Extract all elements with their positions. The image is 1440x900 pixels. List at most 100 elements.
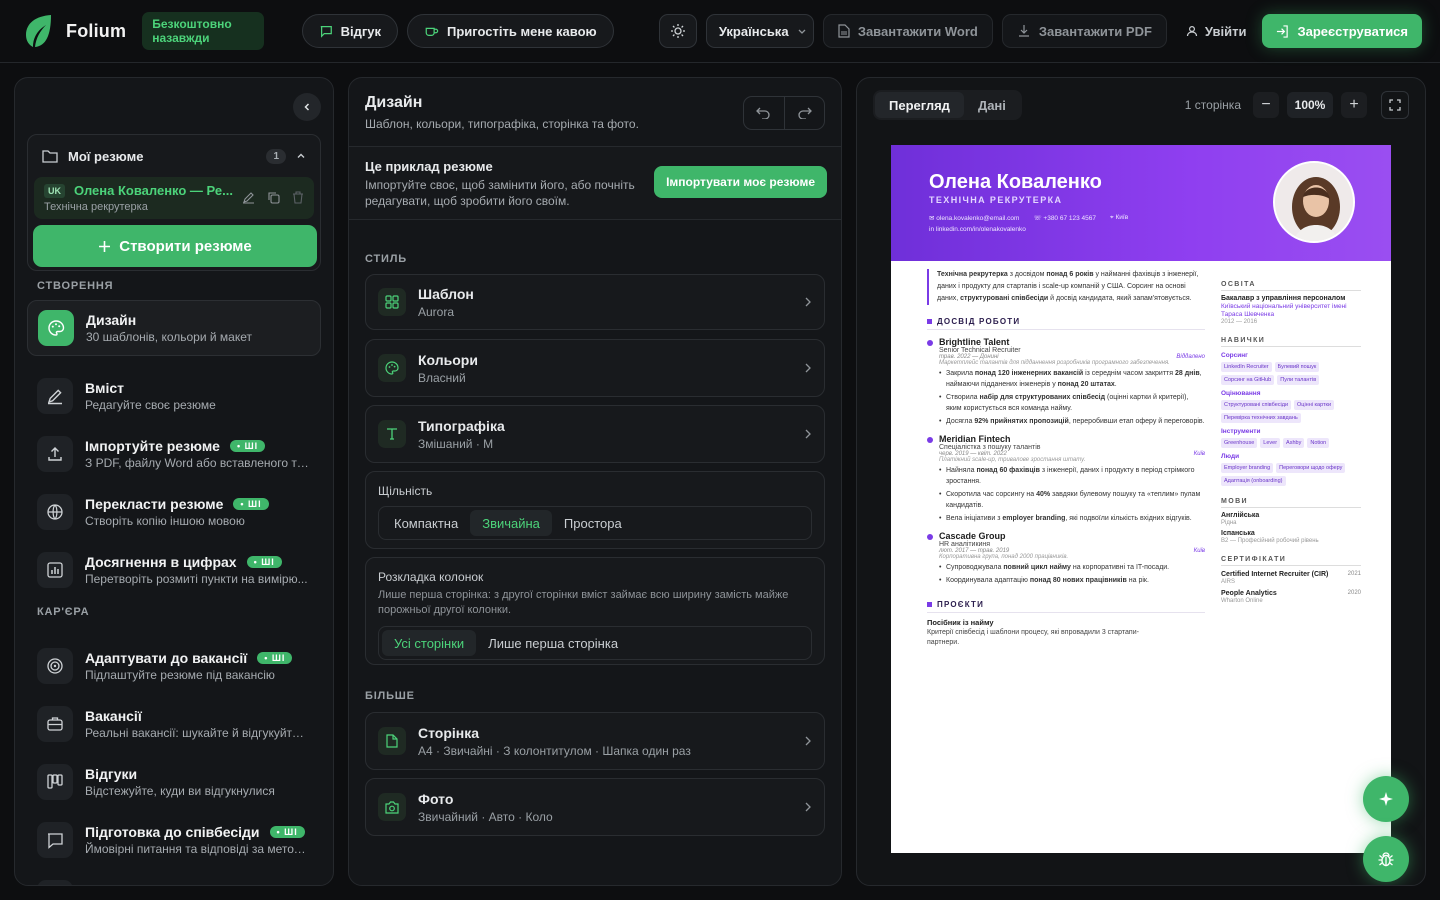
cv-job: Brightline Talent Senior Technical Recrui… bbox=[927, 337, 1205, 427]
brand-name[interactable]: Folium bbox=[66, 21, 126, 42]
section-label-create: СТВОРЕННЯ bbox=[37, 280, 114, 292]
cv-skill-group: Сорсинг LinkedIn Recruiter Булевий пошук Со… bbox=[1221, 352, 1361, 385]
zoom-out-button[interactable]: − bbox=[1253, 92, 1279, 118]
sign-in-arrow-icon bbox=[1276, 24, 1289, 38]
plus-icon bbox=[98, 240, 111, 253]
cv-education-heading: ОСВІТА bbox=[1221, 281, 1361, 291]
resume-count-badge: 1 bbox=[266, 148, 286, 164]
cv-experience-heading: ДОСВІД РОБОТИ bbox=[927, 317, 1205, 330]
page-icon bbox=[378, 727, 406, 755]
sidebar-item-description: Редагуйте своє резюме bbox=[85, 398, 216, 412]
resume-preview-sheet[interactable]: Олена Коваленко ТЕХНІЧНА РЕКРУТЕРКА ✉ ol… bbox=[891, 145, 1391, 853]
undo-redo-group bbox=[743, 96, 825, 130]
photo-card[interactable]: Фото Звичайний · Авто · Коло bbox=[365, 778, 825, 836]
resume-language-badge: UK bbox=[44, 183, 65, 198]
cv-skill-tag: Адаптація (onboarding) bbox=[1221, 476, 1286, 486]
sidebar-item-upload[interactable]: Імпортуйте резюме • ШІ З PDF, файлу Word а… bbox=[27, 426, 321, 482]
panel-subtitle: Шаблон, кольори, типографіка, сторінка т… bbox=[365, 117, 639, 131]
sidebar-item-person[interactable]: Оптимізація LinkedIn• ШІ bbox=[27, 870, 321, 885]
pen-icon bbox=[37, 378, 73, 414]
resume-list-item[interactable]: UK Олена Коваленко — Ре... Технічна рекр… bbox=[34, 177, 314, 219]
sidebar-item-label: Відгуки bbox=[85, 766, 138, 782]
undo-button[interactable] bbox=[744, 97, 784, 129]
fullscreen-button[interactable] bbox=[1381, 91, 1409, 119]
cv-degree: Бакалавр з управління персоналом bbox=[1221, 295, 1346, 302]
sidebar-item-label: Адаптувати до вакансії bbox=[85, 650, 248, 666]
duplicate-icon[interactable] bbox=[267, 191, 280, 204]
zoom-in-button[interactable]: + bbox=[1341, 92, 1367, 118]
bug-report-fab[interactable] bbox=[1363, 836, 1409, 882]
sidebar-item-chart[interactable]: Досягнення в цифрах • ШІ Перетворіть розми… bbox=[27, 542, 321, 598]
cv-job-role: HR аналітикиня bbox=[939, 541, 991, 548]
sidebar-item-kanban[interactable]: Відгуки Відстежуйте, куди ви відгукнулися bbox=[27, 754, 321, 810]
sidebar-item-chat[interactable]: Підготовка до співбесіди • ШІ Ймовірні пит… bbox=[27, 812, 321, 868]
page-card[interactable]: Сторінка A4 · Звичайні · З колонтитулом ·… bbox=[365, 712, 825, 770]
sidebar-item-description: З PDF, файлу Word або вставленого тек... bbox=[85, 456, 309, 470]
cv-email: ✉ olena.kovalenko@email.com bbox=[929, 215, 1020, 222]
cv-skill-group: Інструменти Greenhouse Lever Ashby Notion bbox=[1221, 428, 1361, 448]
download-icon bbox=[1017, 24, 1031, 38]
density-option[interactable]: Простора bbox=[552, 510, 634, 536]
redo-button[interactable] bbox=[783, 97, 825, 129]
my-resumes-header[interactable]: Мої резюме 1 bbox=[28, 135, 320, 177]
page-count: 1 сторінка bbox=[1184, 98, 1241, 112]
cv-skill-tag: Структуровані співбесіди bbox=[1221, 400, 1292, 410]
collapse-sidebar-button[interactable] bbox=[293, 93, 321, 121]
folium-leaf-logo-icon[interactable] bbox=[24, 13, 52, 49]
chevron-right-icon bbox=[804, 736, 812, 746]
upload-icon bbox=[37, 436, 73, 472]
sidebar-item-target[interactable]: Адаптувати до вакансії • ШІ Підлаштуйте ре… bbox=[27, 638, 321, 694]
ai-assistant-fab[interactable] bbox=[1363, 776, 1409, 822]
chevron-right-icon bbox=[804, 802, 812, 812]
sidebar-item-palette[interactable]: Дизайн 30 шаблонів, кольори й макет bbox=[27, 300, 321, 356]
design-panel: Дизайн Шаблон, кольори, типографіка, сто… bbox=[348, 77, 842, 886]
cv-job-company: Brightline Talent bbox=[939, 337, 1010, 347]
chevron-right-icon bbox=[804, 297, 812, 307]
column-layout-option[interactable]: Усі сторінки bbox=[382, 630, 477, 656]
cv-sidebar: ОСВІТА Бакалавр з управління персоналом … bbox=[1221, 281, 1361, 604]
create-resume-button[interactable]: Створити резюме bbox=[33, 225, 317, 267]
cv-skill-tag: Greenhouse bbox=[1221, 438, 1258, 448]
sidebar-item-description: Реальні вакансії: шукайте й відгукуйтеся bbox=[85, 726, 309, 740]
top-bar: Folium Безкоштовно назавжди Відгук Приго… bbox=[0, 0, 1440, 63]
cv-language: Іспанська B2 — Професійний робочий рівень bbox=[1221, 530, 1319, 544]
sidebar-item-pen[interactable]: Вміст Редагуйте своє резюме bbox=[27, 368, 321, 424]
tab-preview[interactable]: Перегляд bbox=[875, 92, 964, 118]
typography-card[interactable]: Типографіка Змішаний · M bbox=[365, 405, 825, 463]
import-my-resume-button[interactable]: Імпортувати моє резюме bbox=[654, 166, 827, 198]
chevron-right-icon bbox=[804, 429, 812, 439]
palette-icon bbox=[38, 310, 74, 346]
sidebar-item-description: Підлаштуйте резюме під вакансію bbox=[85, 668, 275, 682]
sidebar-item-label: Перекласти резюме bbox=[85, 496, 224, 512]
density-option[interactable]: Звичайна bbox=[470, 510, 552, 536]
cv-skill-group-name: Оцінювання bbox=[1221, 390, 1261, 397]
theme-toggle-button[interactable] bbox=[658, 14, 697, 48]
login-link[interactable]: Увійти bbox=[1186, 24, 1246, 39]
sidebar-item-label: Дизайн bbox=[86, 312, 137, 328]
section-label-career: КАР'ЄРА bbox=[37, 606, 90, 618]
density-option[interactable]: Компактна bbox=[382, 510, 470, 536]
cv-job-role: Спеціалістка з пошуку талантів bbox=[939, 444, 1041, 451]
language-select[interactable]: Українська bbox=[705, 14, 814, 48]
download-pdf-button[interactable]: Завантажити PDF bbox=[1001, 14, 1167, 48]
sidebar-item-briefcase[interactable]: Вакансії Реальні вакансії: шукайте й відг… bbox=[27, 696, 321, 752]
preview-tabs: Перегляд Дані bbox=[873, 90, 1022, 120]
colors-card[interactable]: Кольори Власний bbox=[365, 339, 825, 397]
signup-button[interactable]: Зареєструватися bbox=[1262, 14, 1422, 48]
cv-job-company: Meridian Fintech bbox=[939, 434, 1011, 444]
download-word-button[interactable]: Завантажити Word bbox=[822, 14, 993, 48]
panel-title: Дизайн bbox=[365, 94, 423, 111]
template-card[interactable]: Шаблон Aurora bbox=[365, 274, 825, 330]
tab-data[interactable]: Дані bbox=[964, 92, 1020, 118]
cv-job-bullet: Вела ініціативи з employer branding, які… bbox=[939, 513, 1205, 524]
rename-pencil-icon[interactable] bbox=[242, 191, 255, 204]
feedback-button[interactable]: Відгук bbox=[301, 14, 398, 48]
type-t-icon bbox=[378, 420, 406, 448]
buy-coffee-button[interactable]: Пригостіть мене кавою bbox=[407, 14, 614, 48]
trash-icon[interactable] bbox=[292, 191, 304, 204]
cv-skill-tag: Пули талантів bbox=[1277, 375, 1320, 385]
column-layout-option[interactable]: Лише перша сторінка bbox=[476, 630, 630, 656]
cv-photo bbox=[1273, 161, 1355, 243]
sidebar-item-globe[interactable]: Перекласти резюме • ШІ Створіть копію іншо… bbox=[27, 484, 321, 540]
cv-skill-group: Оцінювання Структуровані співбесіди Оцінні… bbox=[1221, 390, 1361, 423]
